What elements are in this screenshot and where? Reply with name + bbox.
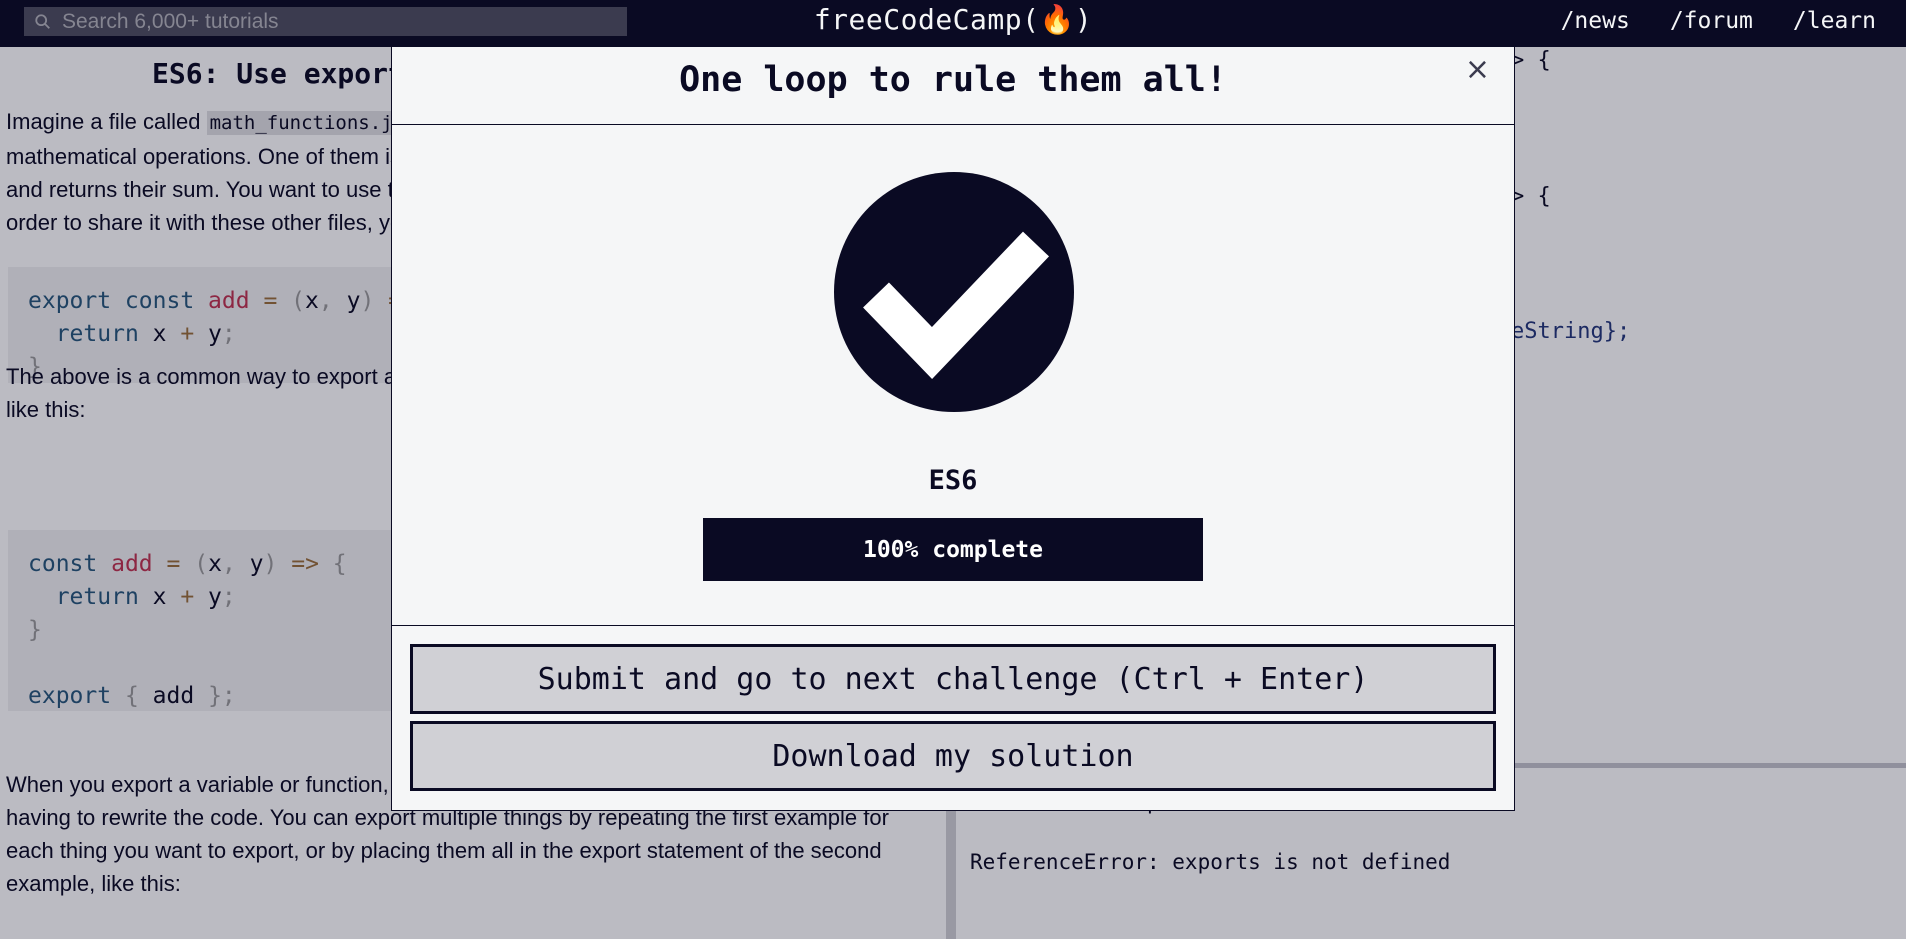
close-button[interactable]: × <box>1459 54 1496 86</box>
completion-progress-bar: 100% complete <box>703 518 1203 581</box>
progress-label: 100% complete <box>862 536 1043 563</box>
search-input[interactable] <box>60 8 604 35</box>
search-bar[interactable] <box>24 7 627 36</box>
nav-link-learn[interactable]: /learn <box>1793 8 1876 34</box>
nav-link-news[interactable]: /news <box>1561 8 1630 34</box>
submit-next-challenge-button[interactable]: Submit and go to next challenge (Ctrl + … <box>410 644 1496 714</box>
modal-title: One loop to rule them all! <box>679 60 1227 100</box>
modal-header: One loop to rule them all! × <box>392 38 1514 125</box>
nav-link-forum[interactable]: /forum <box>1670 8 1753 34</box>
modal-footer: Submit and go to next challenge (Ctrl + … <box>392 625 1514 812</box>
completion-modal: One loop to rule them all! × ES6 100% co… <box>391 37 1515 811</box>
top-navbar: freeCodeCamp(🔥) /news /forum /learn <box>0 0 1906 47</box>
download-solution-button[interactable]: Download my solution <box>410 721 1496 791</box>
search-icon <box>35 13 50 29</box>
certification-name: ES6 <box>928 465 978 496</box>
fcc-logo[interactable]: freeCodeCamp(🔥) <box>814 3 1092 36</box>
check-circle-icon <box>834 172 1074 412</box>
